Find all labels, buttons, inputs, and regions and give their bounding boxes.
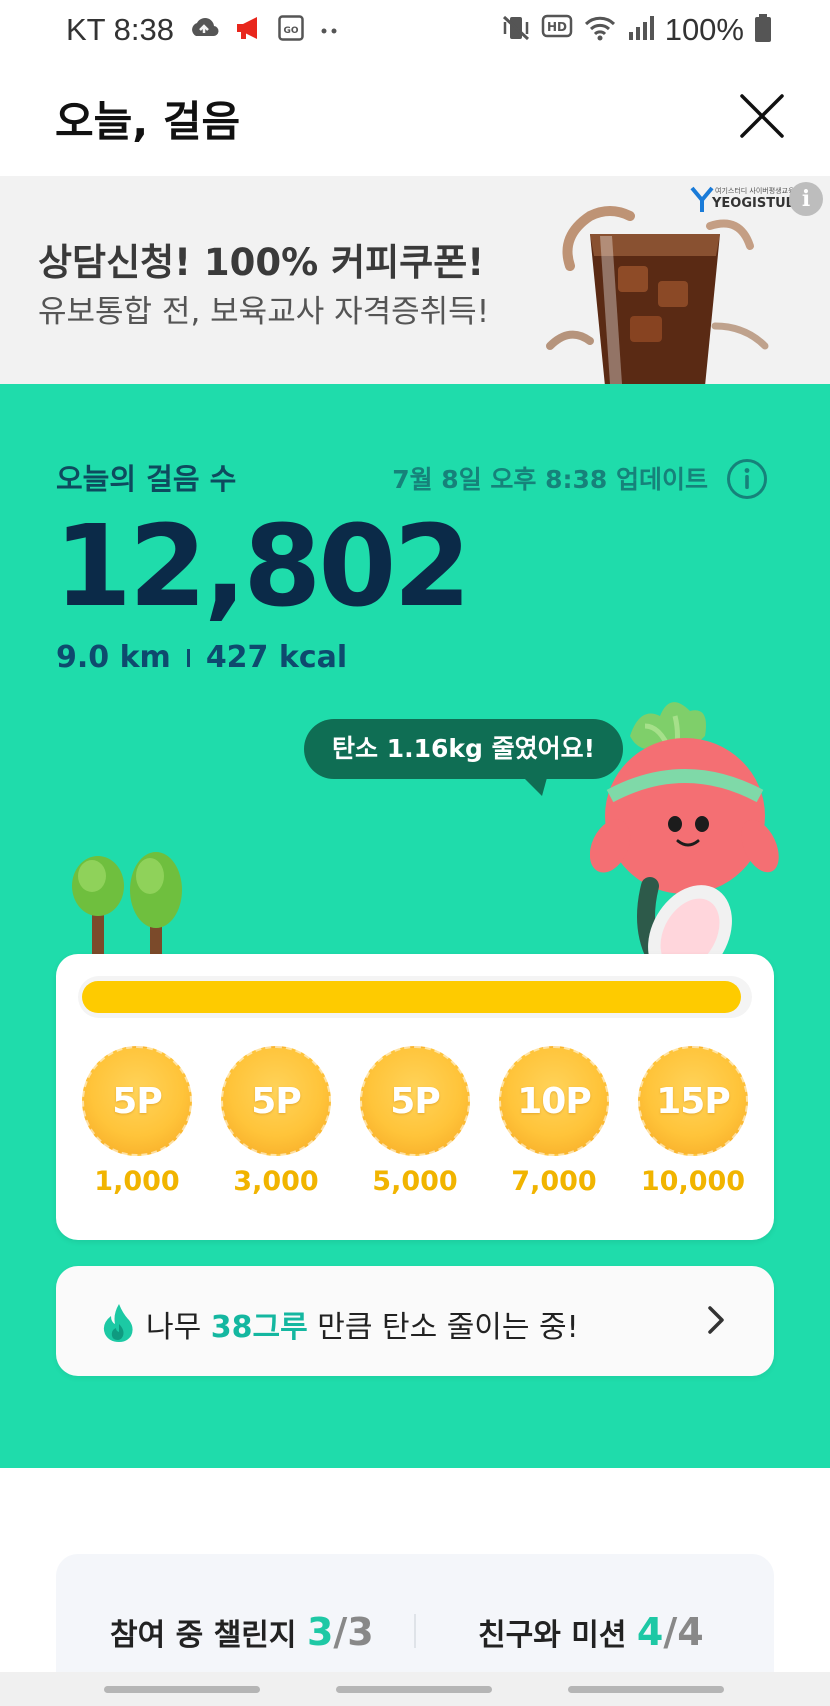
metrics-divider: [186, 648, 190, 667]
ad-info-button[interactable]: i: [789, 182, 823, 216]
reward-item[interactable]: 10P 7,000: [499, 1046, 609, 1197]
tree-banner-text: 나무 38그루 만큼 탄소 줄이는 중!: [146, 1302, 579, 1346]
reward-coin[interactable]: 5P: [82, 1046, 192, 1156]
ad-title: 상담신청! 100% 커피쿠폰!: [38, 241, 485, 284]
rewards-row: 5P 1,000 5P 3,000 5P 5,000 10P 7,000 15P…: [82, 1046, 748, 1197]
wifi-icon: [583, 14, 617, 46]
battery-percent: 100%: [664, 12, 744, 47]
signal-icon: [627, 14, 655, 46]
yeogistudy-logo: [690, 186, 714, 212]
tree-count: 38그루: [210, 1310, 308, 1345]
reward-steps: 7,000: [511, 1166, 597, 1197]
reward-item[interactable]: 15P 10,000: [638, 1046, 748, 1197]
flame-icon: [103, 1304, 133, 1342]
reward-item[interactable]: 5P 3,000: [221, 1046, 331, 1197]
mission-count: 4: [636, 1610, 664, 1654]
coffee-cup-image: [546, 206, 769, 384]
step-count: 12,802: [54, 502, 471, 632]
mission-label: 친구와 미션: [478, 1618, 637, 1653]
steps-label: 오늘의 걸음 수: [56, 462, 237, 496]
tree-suffix: 만큼 탄소 줄이는 중!: [307, 1310, 579, 1345]
hd-icon: HD: [541, 14, 573, 46]
challenge-total: /3: [333, 1610, 374, 1654]
nav-button-left[interactable]: [104, 1686, 260, 1693]
steps-section: 오늘의 걸음 수 7월 8일 오후 8:38 업데이트 12,802 9.0 k…: [0, 384, 830, 1468]
reward-coin[interactable]: 10P: [499, 1046, 609, 1156]
close-button[interactable]: [734, 88, 790, 144]
challenge-summary[interactable]: 참여 중 챌린지 3/3: [110, 1610, 374, 1654]
ad-brand-subtitle: 여기스터디 사이버평생교육원: [715, 187, 801, 195]
challenge-label: 참여 중 챌린지: [110, 1618, 307, 1653]
distance-value: 9.0 km: [56, 640, 171, 675]
reward-item[interactable]: 5P 5,000: [360, 1046, 470, 1197]
reward-steps: 1,000: [94, 1166, 180, 1197]
reward-progress-card: 5P 1,000 5P 3,000 5P 5,000 10P 7,000 15P…: [56, 954, 774, 1240]
reward-steps: 3,000: [233, 1166, 319, 1197]
app-header: 오늘, 걸음: [0, 58, 830, 176]
reward-coin[interactable]: 15P: [638, 1046, 748, 1156]
status-bar: KT 8:38 GO HD 100%: [0, 0, 830, 58]
calories-value: 427 kcal: [205, 640, 348, 675]
progress-fill: [82, 981, 741, 1013]
summary-divider: [414, 1614, 416, 1648]
mission-summary[interactable]: 친구와 미션 4/4: [478, 1610, 704, 1654]
battery-icon: [754, 13, 772, 47]
reward-coin[interactable]: 5P: [360, 1046, 470, 1156]
page-title: 오늘, 걸음: [55, 97, 241, 146]
close-icon: [740, 94, 784, 138]
mission-total: /4: [663, 1610, 704, 1654]
updated-timestamp: 7월 8일 오후 8:38 업데이트: [392, 465, 708, 494]
svg-text:GO: GO: [283, 26, 298, 36]
go-app-icon: GO: [278, 15, 304, 45]
info-icon: [727, 459, 767, 499]
carbon-bubble: 탄소 1.16kg 줄였어요!: [304, 719, 624, 779]
vibrate-icon: [501, 14, 531, 46]
info-button[interactable]: [726, 458, 768, 500]
megaphone-icon: [234, 15, 264, 45]
trees-illustration: [72, 852, 182, 956]
mascot-character: [590, 702, 779, 983]
challenge-count: 3: [306, 1610, 334, 1654]
progress-track: [78, 976, 752, 1018]
bubble-tail: [520, 774, 548, 796]
navigation-bar: [0, 1672, 830, 1706]
cloud-upload-icon: [188, 16, 220, 44]
reward-coin[interactable]: 5P: [221, 1046, 331, 1156]
tree-prefix: 나무: [146, 1310, 211, 1345]
nav-button-home[interactable]: [336, 1686, 492, 1693]
carbon-tree-banner[interactable]: 나무 38그루 만큼 탄소 줄이는 중!: [56, 1266, 774, 1376]
carrier-time: KT 8:38: [66, 12, 175, 47]
svg-text:HD: HD: [547, 20, 567, 34]
ad-banner[interactable]: 상담신청! 100% 커피쿠폰! 유보통합 전, 보육교사 자격증취득! 여기스…: [0, 176, 830, 384]
nav-button-right[interactable]: [568, 1686, 724, 1693]
ad-subtitle: 유보통합 전, 보육교사 자격증취득!: [38, 294, 490, 330]
reward-steps: 5,000: [372, 1166, 458, 1197]
reward-item[interactable]: 5P 1,000: [82, 1046, 192, 1197]
metrics-row: 9.0 km 427 kcal: [56, 640, 347, 675]
more-dots-icon: [318, 21, 342, 40]
chevron-right-icon: [708, 1306, 724, 1334]
reward-steps: 10,000: [640, 1166, 746, 1197]
